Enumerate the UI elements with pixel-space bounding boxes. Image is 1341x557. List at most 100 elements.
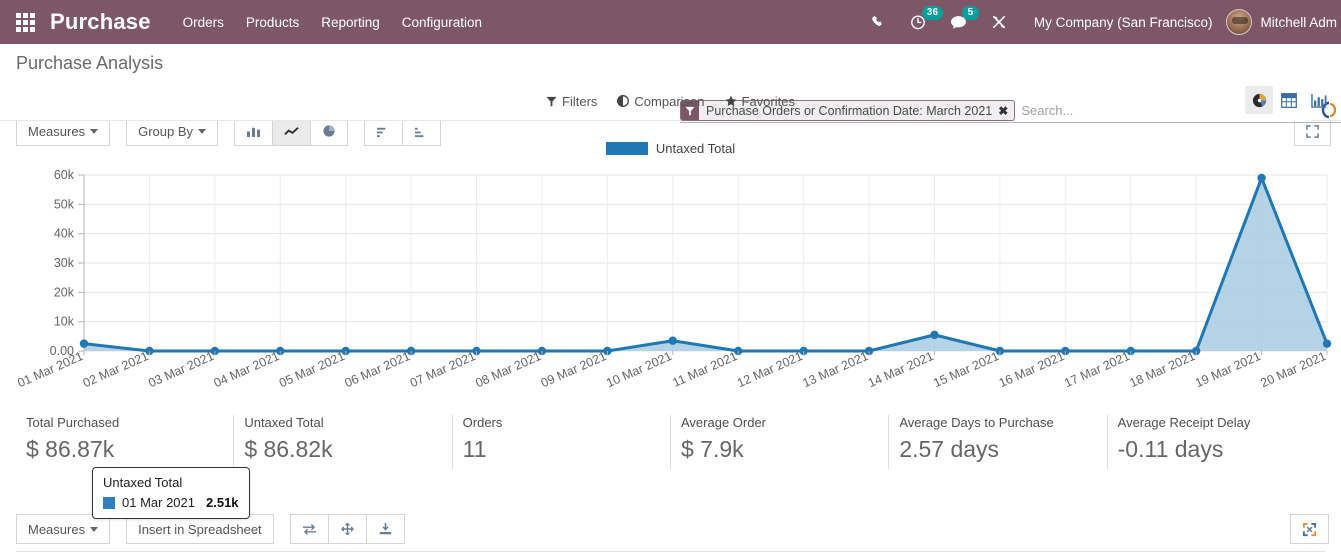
kpi-label: Untaxed Total [244, 415, 324, 430]
wrench-tools-icon[interactable] [979, 0, 1020, 44]
svg-text:10 Mar 2021: 10 Mar 2021 [604, 349, 674, 390]
menu-item-reporting[interactable]: Reporting [321, 15, 380, 30]
groupby-label: Group By [138, 123, 193, 139]
view-switch-pivot[interactable] [1275, 86, 1303, 114]
bottom-toolbar-right [1290, 514, 1329, 544]
svg-text:19 Mar 2021: 19 Mar 2021 [1193, 349, 1263, 390]
fullscreen-icon [1302, 522, 1317, 536]
control-panel-bottom-row: Filters Comparison Favorites [0, 82, 1341, 120]
chart-area: Untaxed Total 0.00 10k 20k 30k 40k 50k 60k 01 … [0, 137, 1341, 519]
svg-text:09 Mar 2021: 09 Mar 2021 [539, 349, 609, 390]
expand-all-icon [340, 522, 354, 536]
comparison-icon [617, 95, 630, 107]
svg-text:18 Mar 2021: 18 Mar 2021 [1128, 349, 1198, 390]
chart-y-axis: 0.0010k20k30k40k50k60k [50, 168, 75, 358]
filters-dropdown[interactable]: Filters [546, 94, 597, 109]
svg-text:40k: 40k [54, 227, 75, 241]
svg-text:20 Mar 2021: 20 Mar 2021 [1258, 349, 1328, 390]
favorites-label: Favorites [741, 93, 795, 109]
kpi-value: -0.11 days [1117, 436, 1224, 462]
tooltip-row: 01 Mar 2021 2.51k [103, 495, 239, 510]
favorites-dropdown[interactable]: Favorites [725, 94, 795, 109]
app-brand-title[interactable]: Purchase [50, 9, 151, 35]
line-area-chart: 0.0010k20k30k40k50k60k 01 Mar 202102 Mar… [15, 168, 1332, 390]
download-xlsx-button[interactable] [365, 514, 405, 544]
kpi-average-receipt-delay: Average Receipt Delay -0.11 days [1106, 415, 1325, 469]
filters-label: Filters [562, 93, 598, 109]
svg-text:02 Mar 2021: 02 Mar 2021 [81, 349, 151, 390]
flip-axis-icon [302, 523, 316, 535]
company-switcher[interactable]: My Company (San Francisco) [1020, 15, 1227, 30]
search-dropdowns: Filters Comparison Favorites [546, 94, 795, 109]
kpi-label: Average Days to Purchase [899, 415, 1054, 430]
tooltip-swatch [103, 496, 115, 509]
svg-text:12 Mar 2021: 12 Mar 2021 [735, 349, 805, 390]
chevron-down-icon [90, 526, 99, 532]
svg-text:05 Mar 2021: 05 Mar 2021 [277, 349, 347, 390]
fullscreen-button[interactable] [1290, 514, 1329, 544]
view-switch-chart[interactable] [1305, 86, 1333, 114]
kpi-value: 11 [462, 436, 487, 462]
svg-text:13 Mar 2021: 13 Mar 2021 [800, 349, 870, 390]
pivot-table-icon [1281, 92, 1297, 108]
kpi-average-days-to-purchase: Average Days to Purchase 2.57 days [888, 415, 1106, 469]
comparison-label: Comparison [634, 93, 705, 109]
phone-icon[interactable] [859, 0, 898, 44]
expand-all-button[interactable] [327, 514, 367, 544]
kpi-label: Average Receipt Delay [1117, 415, 1251, 430]
kpi-orders: Orders 11 [451, 415, 670, 469]
menu-item-products[interactable]: Products [246, 15, 299, 30]
svg-text:06 Mar 2021: 06 Mar 2021 [343, 349, 413, 390]
expand-icon [1306, 124, 1319, 138]
control-panel-top-row: Purchase Analysis [0, 44, 1341, 82]
top-navbar: Purchase Orders Products Reporting Confi… [0, 0, 1341, 44]
star-icon [725, 95, 736, 106]
chevron-down-icon [90, 128, 99, 134]
line-chart-icon [284, 126, 299, 135]
sort-ascending-icon [377, 127, 386, 137]
kpi-untaxed-total: Untaxed Total $ 86.82k [233, 415, 451, 469]
tooltip-label: 01 Mar 2021 [122, 495, 195, 510]
user-menu[interactable]: Mitchell Adm [1226, 9, 1341, 35]
page-title: Purchase Analysis [16, 53, 164, 73]
bottom-divider [16, 551, 1325, 552]
svg-text:03 Mar 2021: 03 Mar 2021 [146, 349, 216, 390]
pie-graph-icon [1252, 93, 1266, 107]
sort-descending-icon [415, 127, 424, 137]
kpi-row: Total Purchased $ 86.87k Untaxed Total $… [16, 411, 1325, 469]
chart-data-points [79, 173, 1332, 356]
svg-text:15 Mar 2021: 15 Mar 2021 [931, 349, 1001, 390]
messages-count-badge: 5 [961, 6, 979, 20]
kpi-value: $ 86.82k [244, 436, 333, 462]
menu-item-orders[interactable]: Orders [183, 15, 224, 30]
kpi-value: 2.57 days [899, 436, 1000, 462]
kpi-value: $ 86.87k [26, 436, 115, 462]
bar-chart-icon [1311, 93, 1327, 108]
flip-axis-button[interactable] [289, 514, 329, 544]
navbar-right-cluster: 36 5 My Company (San Francisco) Mitchell… [859, 0, 1341, 44]
svg-text:50k: 50k [54, 197, 75, 211]
user-name-label: Mitchell Adm [1260, 14, 1337, 30]
apps-grid-icon[interactable] [8, 5, 42, 39]
avatar [1226, 9, 1253, 35]
menu-item-configuration[interactable]: Configuration [402, 15, 482, 30]
filter-icon [546, 96, 557, 107]
kpi-value: $ 7.9k [680, 436, 744, 462]
pie-chart-icon [323, 125, 335, 137]
view-switch-graph[interactable] [1245, 86, 1273, 114]
kpi-label: Total Purchased [26, 415, 120, 430]
kpi-label: Average Order [680, 415, 767, 430]
chart-canvas[interactable]: 0.00 10k 20k 30k 40k 50k 60k 01 Mar 2021 02 Mar… [0, 159, 1341, 395]
insert-in-spreadsheet-label: Insert in Spreadsheet [138, 521, 262, 537]
svg-text:20k: 20k [54, 285, 75, 299]
chart-tooltip: Untaxed Total 01 Mar 2021 2.51k [92, 467, 250, 519]
tooltip-value: 2.51k [206, 495, 239, 510]
activities-clock-icon[interactable]: 36 [898, 0, 944, 44]
messages-chat-bubble-icon[interactable]: 5 [938, 0, 979, 44]
kpi-label: Orders [462, 415, 503, 430]
kpi-total-purchased: Total Purchased $ 86.87k [16, 415, 233, 469]
svg-text:07 Mar 2021: 07 Mar 2021 [408, 349, 478, 390]
svg-text:08 Mar 2021: 08 Mar 2021 [473, 349, 543, 390]
comparison-dropdown[interactable]: Comparison [617, 93, 705, 109]
bar-chart-icon [247, 127, 260, 137]
